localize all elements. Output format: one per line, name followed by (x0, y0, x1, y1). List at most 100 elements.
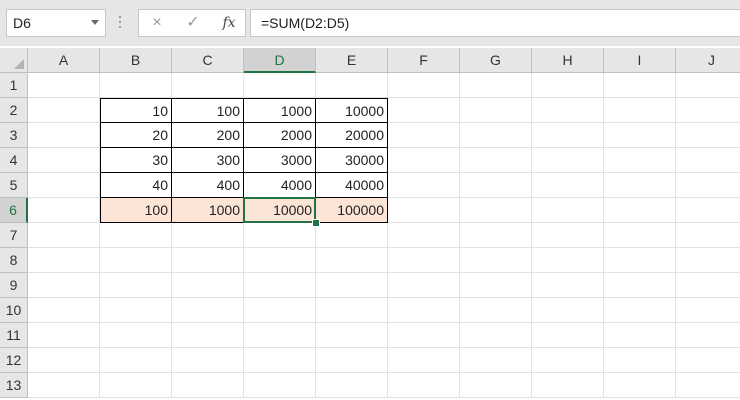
cell-g3[interactable] (460, 123, 532, 148)
row-header-8[interactable]: 8 (0, 248, 28, 273)
column-header-e[interactable]: E (316, 48, 388, 73)
cell-d2[interactable]: 1000 (244, 98, 316, 123)
cell-g5[interactable] (460, 173, 532, 198)
cell-f3[interactable] (388, 123, 460, 148)
cell-j1[interactable] (676, 73, 740, 98)
column-header-f[interactable]: F (388, 48, 460, 73)
chevron-down-icon[interactable] (91, 20, 99, 25)
row-header-5[interactable]: 5 (0, 173, 28, 198)
cell-j8[interactable] (676, 248, 740, 273)
cell-g6[interactable] (460, 198, 532, 223)
cell-h6[interactable] (532, 198, 604, 223)
cell-g4[interactable] (460, 148, 532, 173)
cell-i5[interactable] (604, 173, 676, 198)
cell-d6[interactable]: 10000 (244, 198, 316, 223)
cell-g11[interactable] (460, 323, 532, 348)
cell-i6[interactable] (604, 198, 676, 223)
cell-e7[interactable] (316, 223, 388, 248)
cell-d8[interactable] (244, 248, 316, 273)
cell-b8[interactable] (100, 248, 172, 273)
column-header-d[interactable]: D (244, 48, 316, 73)
cell-b11[interactable] (100, 323, 172, 348)
cell-e10[interactable] (316, 298, 388, 323)
cell-g9[interactable] (460, 273, 532, 298)
cell-j6[interactable] (676, 198, 740, 223)
cell-h8[interactable] (532, 248, 604, 273)
enter-icon[interactable]: ✓ (183, 13, 203, 33)
column-header-g[interactable]: G (460, 48, 532, 73)
row-header-2[interactable]: 2 (0, 98, 28, 123)
cancel-icon[interactable]: × (147, 13, 167, 33)
cell-f2[interactable] (388, 98, 460, 123)
cell-d1[interactable] (244, 73, 316, 98)
cell-d5[interactable]: 4000 (244, 173, 316, 198)
cell-f9[interactable] (388, 273, 460, 298)
cell-a9[interactable] (28, 273, 100, 298)
row-header-11[interactable]: 11 (0, 323, 28, 348)
cell-f7[interactable] (388, 223, 460, 248)
cell-j12[interactable] (676, 348, 740, 373)
cell-c6[interactable]: 1000 (172, 198, 244, 223)
cell-h5[interactable] (532, 173, 604, 198)
cell-j7[interactable] (676, 223, 740, 248)
cell-g1[interactable] (460, 73, 532, 98)
cell-b6[interactable]: 100 (100, 198, 172, 223)
cell-a2[interactable] (28, 98, 100, 123)
cell-d13[interactable] (244, 373, 316, 398)
cell-j11[interactable] (676, 323, 740, 348)
cell-c13[interactable] (172, 373, 244, 398)
column-header-a[interactable]: A (28, 48, 100, 73)
cell-g10[interactable] (460, 298, 532, 323)
cell-a5[interactable] (28, 173, 100, 198)
column-header-c[interactable]: C (172, 48, 244, 73)
cell-b4[interactable]: 30 (100, 148, 172, 173)
cell-i11[interactable] (604, 323, 676, 348)
formula-input[interactable]: =SUM(D2:D5) (250, 9, 740, 37)
row-header-7[interactable]: 7 (0, 223, 28, 248)
cell-h10[interactable] (532, 298, 604, 323)
cell-b10[interactable] (100, 298, 172, 323)
column-header-j[interactable]: J (676, 48, 740, 73)
cell-h7[interactable] (532, 223, 604, 248)
name-box[interactable]: D6 (6, 9, 106, 37)
cell-a8[interactable] (28, 248, 100, 273)
fill-handle[interactable] (312, 219, 320, 227)
cell-b9[interactable] (100, 273, 172, 298)
cell-h13[interactable] (532, 373, 604, 398)
cell-f8[interactable] (388, 248, 460, 273)
cell-d10[interactable] (244, 298, 316, 323)
cell-d12[interactable] (244, 348, 316, 373)
cell-a1[interactable] (28, 73, 100, 98)
column-header-h[interactable]: H (532, 48, 604, 73)
cell-f6[interactable] (388, 198, 460, 223)
cell-b13[interactable] (100, 373, 172, 398)
cell-j9[interactable] (676, 273, 740, 298)
cell-j2[interactable] (676, 98, 740, 123)
cell-b7[interactable] (100, 223, 172, 248)
cell-g8[interactable] (460, 248, 532, 273)
cell-i10[interactable] (604, 298, 676, 323)
cell-h2[interactable] (532, 98, 604, 123)
row-header-13[interactable]: 13 (0, 373, 28, 398)
cell-c12[interactable] (172, 348, 244, 373)
cell-i4[interactable] (604, 148, 676, 173)
cell-h1[interactable] (532, 73, 604, 98)
cell-d4[interactable]: 3000 (244, 148, 316, 173)
cell-h9[interactable] (532, 273, 604, 298)
cell-i2[interactable] (604, 98, 676, 123)
cell-a12[interactable] (28, 348, 100, 373)
row-header-9[interactable]: 9 (0, 273, 28, 298)
cell-e9[interactable] (316, 273, 388, 298)
cell-e2[interactable]: 10000 (316, 98, 388, 123)
row-header-6[interactable]: 6 (0, 198, 28, 223)
cell-f13[interactable] (388, 373, 460, 398)
cell-c2[interactable]: 100 (172, 98, 244, 123)
row-header-12[interactable]: 12 (0, 348, 28, 373)
cell-i3[interactable] (604, 123, 676, 148)
cell-d11[interactable] (244, 323, 316, 348)
cell-j5[interactable] (676, 173, 740, 198)
cell-f5[interactable] (388, 173, 460, 198)
cell-b2[interactable]: 10 (100, 98, 172, 123)
cell-f12[interactable] (388, 348, 460, 373)
cell-e12[interactable] (316, 348, 388, 373)
